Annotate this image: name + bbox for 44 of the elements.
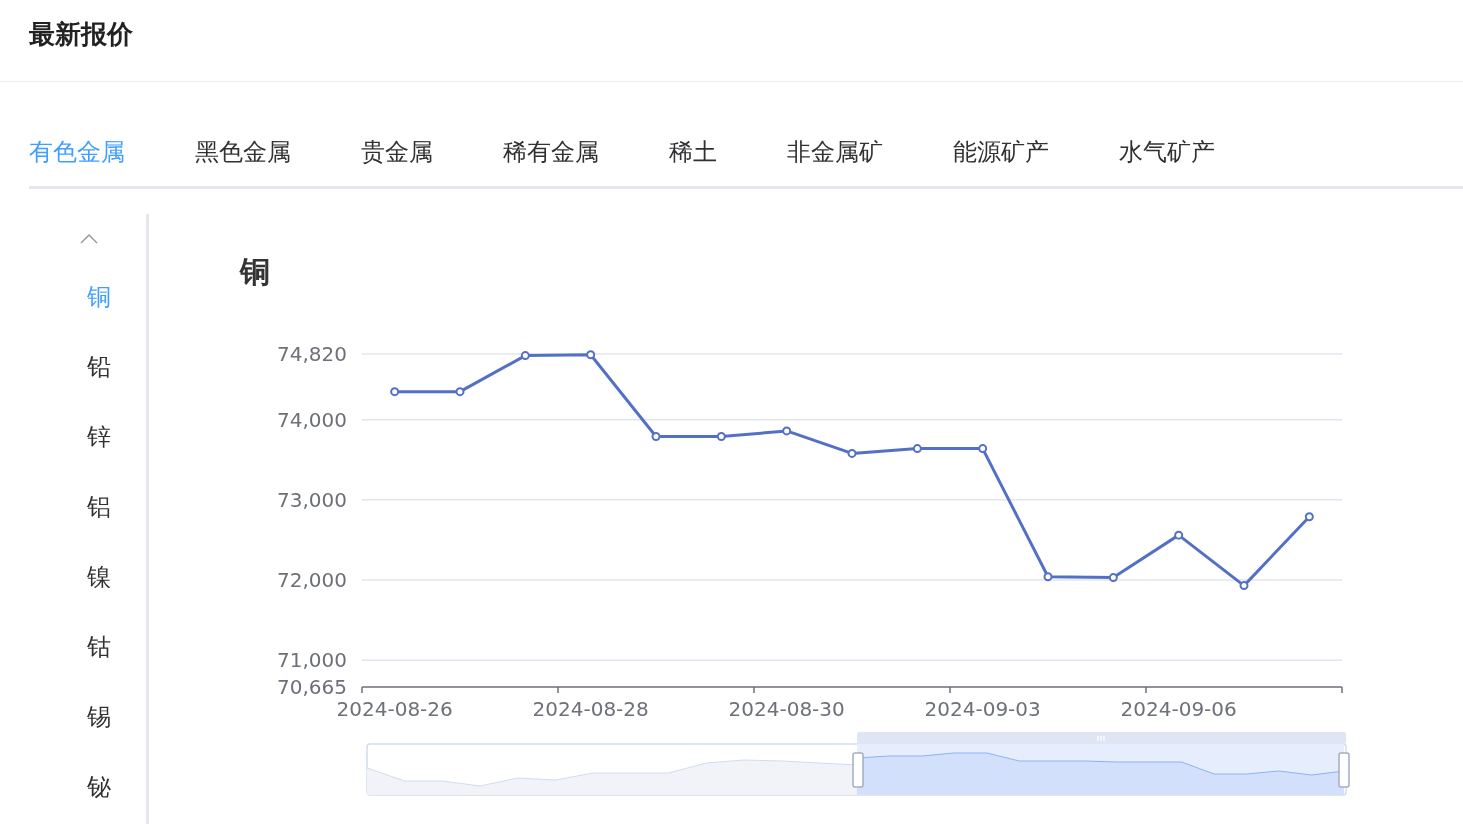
category-tab[interactable]: 稀土	[669, 132, 717, 186]
data-point	[1043, 572, 1053, 582]
data-point	[847, 448, 857, 458]
data-point	[1304, 512, 1314, 522]
metal-list-item[interactable]: 铋	[79, 752, 119, 822]
metal-list-item[interactable]: 钴	[79, 612, 119, 682]
data-point	[390, 387, 400, 397]
data-point	[651, 432, 661, 442]
data-point	[912, 444, 922, 454]
y-axis-label: 71,000	[277, 648, 347, 673]
page-title: 最新报价	[29, 18, 133, 51]
data-point	[1239, 581, 1249, 591]
y-axis-label: 74,820	[277, 342, 347, 366]
data-point	[978, 444, 988, 454]
data-point	[1174, 530, 1184, 540]
category-tab[interactable]: 黑色金属	[195, 132, 291, 186]
x-axis-label: 2024-09-03	[924, 697, 1041, 721]
metal-list-item[interactable]: 锌	[79, 402, 119, 472]
chevron-up-icon[interactable]	[80, 234, 98, 244]
metal-list-item[interactable]: 铅	[79, 332, 119, 402]
metal-list-item[interactable]: 镍	[79, 542, 119, 612]
x-axis-label: 2024-08-28	[532, 697, 649, 721]
category-tab[interactable]: 稀有金属	[503, 132, 599, 186]
x-axis-label: 2024-08-30	[728, 697, 845, 721]
data-point	[586, 350, 596, 360]
category-tab[interactable]: 非金属矿	[787, 132, 883, 186]
metal-list-item[interactable]: 锡	[79, 682, 119, 752]
data-point	[455, 387, 465, 397]
data-point	[1108, 573, 1118, 583]
category-tab[interactable]: 能源矿产	[953, 132, 1049, 186]
y-axis-label: 73,000	[277, 487, 347, 512]
category-tab[interactable]: 水气矿产	[1119, 132, 1215, 186]
category-tab[interactable]: 贵金属	[361, 132, 433, 186]
data-point	[520, 351, 530, 361]
x-axis-label: 2024-09-06	[1120, 697, 1237, 721]
y-axis-label: 72,000	[277, 568, 347, 592]
chart-title: 铜	[240, 253, 271, 291]
x-axis-label: 2024-08-26	[336, 697, 453, 721]
metal-list-item[interactable]: 铝	[79, 472, 119, 542]
y-axis-label: 74,000	[277, 407, 347, 432]
y-axis-label: 70,665	[277, 675, 347, 699]
data-point	[782, 426, 792, 436]
data-point	[716, 432, 726, 442]
range-slider-drawing[interactable]	[366, 732, 1350, 796]
